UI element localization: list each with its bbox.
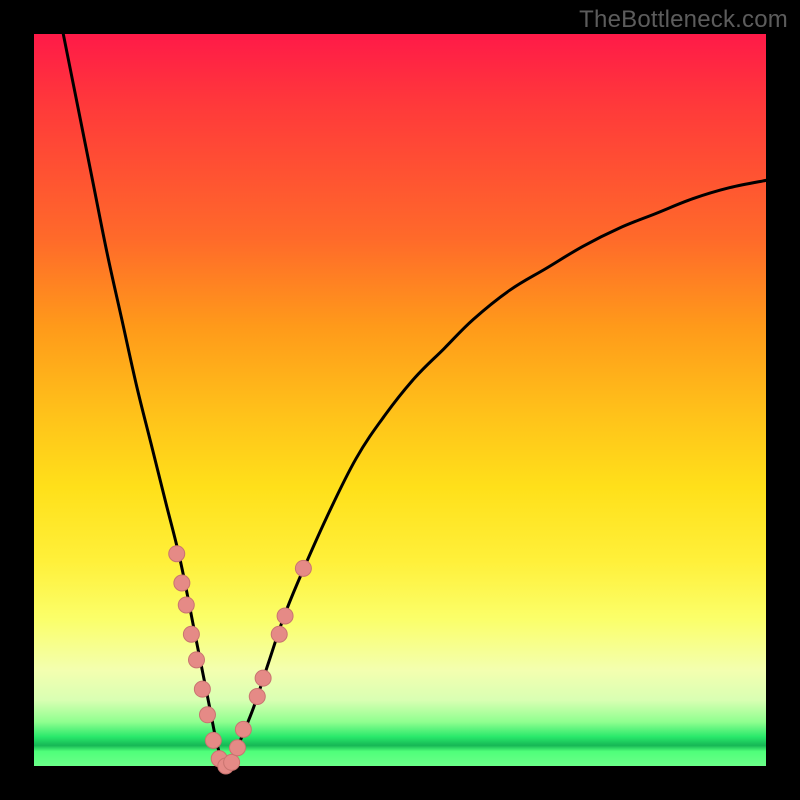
curve-marker <box>255 670 271 686</box>
curve-marker <box>249 688 265 704</box>
curve-marker <box>194 681 210 697</box>
curve-marker <box>169 546 185 562</box>
curve-marker <box>189 652 205 668</box>
curve-marker <box>183 626 199 642</box>
plot-area <box>34 34 766 766</box>
curve-marker <box>277 608 293 624</box>
chart-svg <box>34 34 766 766</box>
curve-marker <box>224 754 240 770</box>
curve-marker <box>230 740 246 756</box>
bottleneck-curve <box>63 34 766 769</box>
curve-marker <box>199 707 215 723</box>
curve-marker <box>178 597 194 613</box>
chart-frame: TheBottleneck.com <box>0 0 800 800</box>
curve-marker <box>271 626 287 642</box>
curve-marker <box>174 575 190 591</box>
curve-marker <box>205 732 221 748</box>
curve-markers <box>169 546 312 774</box>
watermark-text: TheBottleneck.com <box>579 6 788 34</box>
curve-marker <box>235 721 251 737</box>
curve-marker <box>295 560 311 576</box>
